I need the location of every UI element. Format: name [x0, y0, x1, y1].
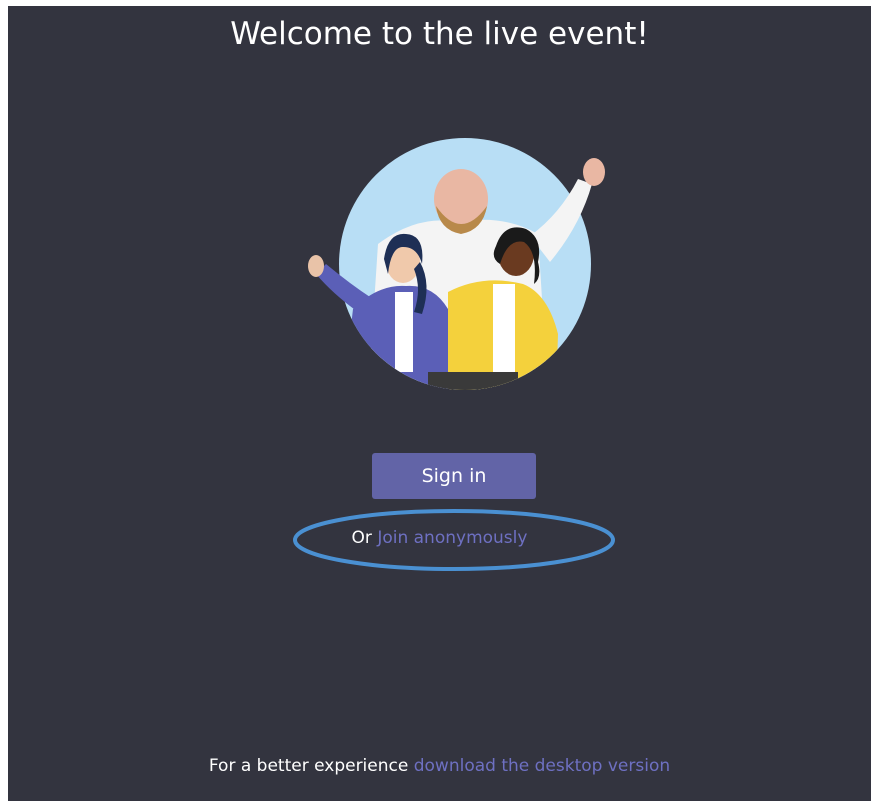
- live-event-screen: Welcome to the live event! Sign in Or Jo…: [8, 6, 871, 801]
- footer-message: For a better experience download the des…: [8, 756, 871, 776]
- join-anonymously-link[interactable]: Join anonymously: [377, 528, 527, 548]
- footer-prefix: For a better experience: [208, 756, 409, 776]
- download-desktop-link[interactable]: download the desktop version: [414, 756, 670, 776]
- page-title: Welcome to the live event!: [230, 16, 649, 52]
- join-anonymously-line: Or Join anonymously: [8, 528, 871, 548]
- or-label: Or: [351, 528, 372, 548]
- sign-in-button[interactable]: Sign in: [372, 453, 536, 499]
- people-waving-illustration: [308, 138, 605, 390]
